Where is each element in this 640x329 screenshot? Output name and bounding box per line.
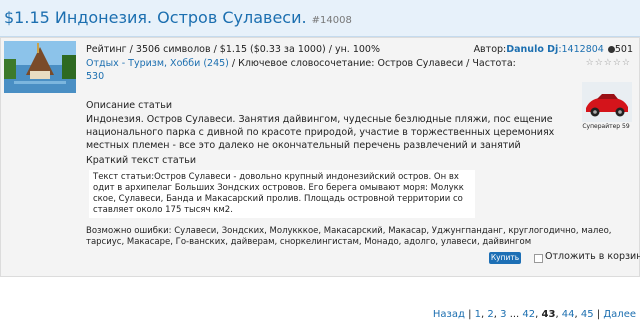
author-label: Автор: — [473, 44, 507, 55]
description-text: Индонезия. Остров Сулавеси. Занятия дайв… — [86, 114, 555, 151]
article-category-row: Отдых - Туризм, Хобби (245) / Ключевое с… — [86, 57, 516, 70]
pagination: Назад | 1, 2, 3 ... 42, 43, 44, 45 | Дал… — [432, 309, 636, 320]
pager-page-45[interactable]: 45 — [581, 309, 594, 320]
author-caption: Суперайтер 59 — [582, 123, 630, 130]
article-header: $1.15 Индонезия. Остров Сулавеси. #14008 — [0, 0, 640, 37]
description-heading: Описание статьи — [86, 100, 173, 111]
article-rating: Рейтинг / 3506 символов / $1.15 ($0.33 з… — [86, 44, 380, 55]
author-name-link[interactable]: Danulo Dj — [506, 44, 558, 55]
pager-current-page: 43 — [541, 309, 556, 320]
author-score-icon — [607, 46, 615, 53]
pager-back-link[interactable]: Назад — [433, 309, 465, 320]
buy-button[interactable]: Купить — [489, 252, 521, 264]
pager-forward-link[interactable]: Далее — [603, 309, 636, 320]
pager-page-44[interactable]: 44 — [562, 309, 575, 320]
article-title-text[interactable]: $1.15 Индонезия. Остров Сулавеси. — [4, 8, 307, 27]
short-text-heading: Краткий текст статьи — [86, 155, 197, 166]
frequency-value: 530 — [86, 71, 105, 82]
pager-page-2[interactable]: 2 — [487, 309, 493, 320]
cart-label[interactable]: Отложить в корзину — [545, 251, 640, 262]
keyword-text: / Ключевое словосочетание: Остров Сулаве… — [231, 58, 516, 69]
author-id-link[interactable]: :1412804 — [558, 44, 604, 55]
author-rating-stars: ☆☆☆☆☆ — [585, 58, 631, 68]
author-score: 501 — [614, 44, 633, 55]
author-info: Автор:Danulo Dj:1412804 501 — [474, 43, 633, 56]
article-title[interactable]: $1.15 Индонезия. Остров Сулавеси. #14008 — [4, 8, 352, 27]
sports-car-icon — [582, 82, 632, 122]
article-card: Рейтинг / 3506 символов / $1.15 ($0.33 з… — [0, 37, 640, 277]
cart-checkbox[interactable] — [534, 254, 543, 263]
pager-page-3[interactable]: 3 — [500, 309, 506, 320]
pager-page-1[interactable]: 1 — [475, 309, 481, 320]
author-avatar[interactable] — [582, 82, 632, 122]
article-thumbnail — [4, 41, 76, 93]
pager-ellipsis: ... — [509, 309, 520, 320]
possible-errors: Возможно ошибки: Сулавеси, Зондских, Мол… — [86, 226, 612, 247]
category-link[interactable]: Отдых - Туризм, Хобби — [86, 58, 200, 69]
article-id: #14008 — [311, 15, 352, 26]
temple-image — [4, 41, 76, 93]
category-count[interactable]: (245) — [203, 58, 229, 69]
short-text-box: Текст статьи:Остров Сулавеси - довольно … — [89, 170, 475, 218]
pager-page-42[interactable]: 42 — [522, 309, 535, 320]
